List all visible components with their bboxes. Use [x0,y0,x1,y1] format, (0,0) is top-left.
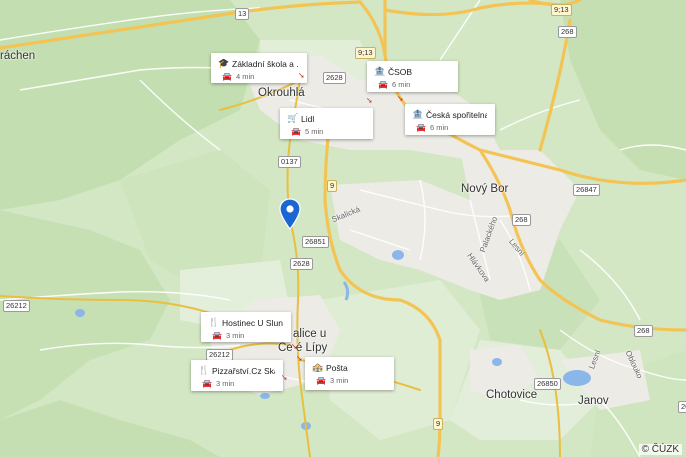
road-shield-26851: 26851 [302,236,329,248]
post-office-icon: 🏤 [312,362,324,372]
car-icon: 🚘 [316,376,326,385]
road-shield-9-low: 9 [433,418,444,430]
poi-card-hostinec[interactable]: 🍴Hostinec U Slunce 🚘3 min [201,312,291,342]
poi-title: Pošta [326,362,348,373]
arrow-icon: ➘ [296,354,303,363]
road-shield-268-c: 268 [634,325,653,337]
place-label-sloup-line1: alice u [293,328,327,340]
arrow-icon: ➘ [366,96,373,105]
road-shield-9-13: 9;13 [355,47,376,59]
car-icon: 🚘 [291,127,301,136]
road-shield-268-top: 268 [558,26,577,38]
poi-title: Hostinec U Slunce [222,317,283,328]
poi-card-lidl[interactable]: 🛒 Lidl 🚘 5 min [280,108,373,139]
poi-travel-time: 5 min [304,127,324,136]
fork-knife-icon: 🍴 [198,365,210,375]
poi-travel-time: 6 min [391,80,411,89]
road-shield-268-b: 268 [512,214,531,226]
road-shield-2628-a: 2628 [323,72,346,84]
car-icon: 🚘 [222,72,232,81]
arrow-icon: ➘ [281,373,288,382]
poi-title: ČSOB [388,66,413,77]
poi-travel-time: 3 min [225,331,245,340]
road-shield-2628-b: 2628 [290,258,313,270]
shopping-cart-icon: 🛒 [287,113,299,123]
poi-travel-time: 3 min [329,376,349,385]
place-label-sloup-line2: Ce é Lípy [278,342,328,354]
car-icon: 🚘 [202,379,212,388]
place-label-rachen: ráchen [0,50,36,62]
poi-travel-time: 6 min [429,123,449,132]
bank-icon: 🏦 [412,109,424,119]
road-shield-0137: 0137 [278,156,301,168]
poi-card-ceska-sporitelna[interactable]: 🏦 Česká spořitelna 🚘 6 min [405,104,495,135]
poi-title: Základní škola a ... [232,58,299,69]
car-icon: 🚘 [378,80,388,89]
car-icon: 🚘 [212,331,222,340]
map-attribution[interactable]: © ČÚZK [638,444,682,455]
arrow-icon: ➘ [298,71,305,80]
poi-travel-time: 3 min [215,379,235,388]
arrow-icon: ➘ [397,94,404,103]
road-shield-26847: 26847 [573,184,600,196]
poi-title: Pizzařství.Cz Skali... [212,365,275,376]
poi-card-pizzarstvi[interactable]: 🍴Pizzařství.Cz Skali... 🚘3 min [191,360,283,391]
road-shield-9: 9 [327,180,338,192]
road-shield-13: 13 [235,8,250,20]
road-shield-9-13-top: 9;13 [551,4,572,16]
road-shield-268-d: 268 [678,401,686,413]
poi-card-posta[interactable]: 🏤 Pošta 🚘 3 min [305,357,394,390]
poi-title: Česká spořitelna [426,109,487,120]
place-label-novy-bor: Nový Bor [461,183,509,195]
poi-travel-time: 4 min [235,72,255,81]
road-shield-26850: 26850 [534,378,561,390]
bank-icon: 🏦 [374,66,386,76]
fork-knife-icon: 🍴 [208,317,220,327]
car-icon: 🚘 [416,123,426,132]
place-label-chotovice: Chotovice [486,389,538,401]
poi-title: Lidl [301,113,315,124]
poi-card-school[interactable]: 🎓 Základní škola a ... 🚘 4 min [211,53,307,83]
road-shield-26212-west: 26212 [3,300,30,312]
place-label-okrouhla: Okrouhlá [258,87,305,99]
arrow-icon: ➘ [291,342,298,351]
location-pin-icon[interactable] [279,198,301,230]
place-label-janov: Janov [578,395,609,407]
poi-card-csob[interactable]: 🏦 ČSOB 🚘 6 min [367,61,458,92]
graduation-cap-icon: 🎓 [218,58,230,68]
